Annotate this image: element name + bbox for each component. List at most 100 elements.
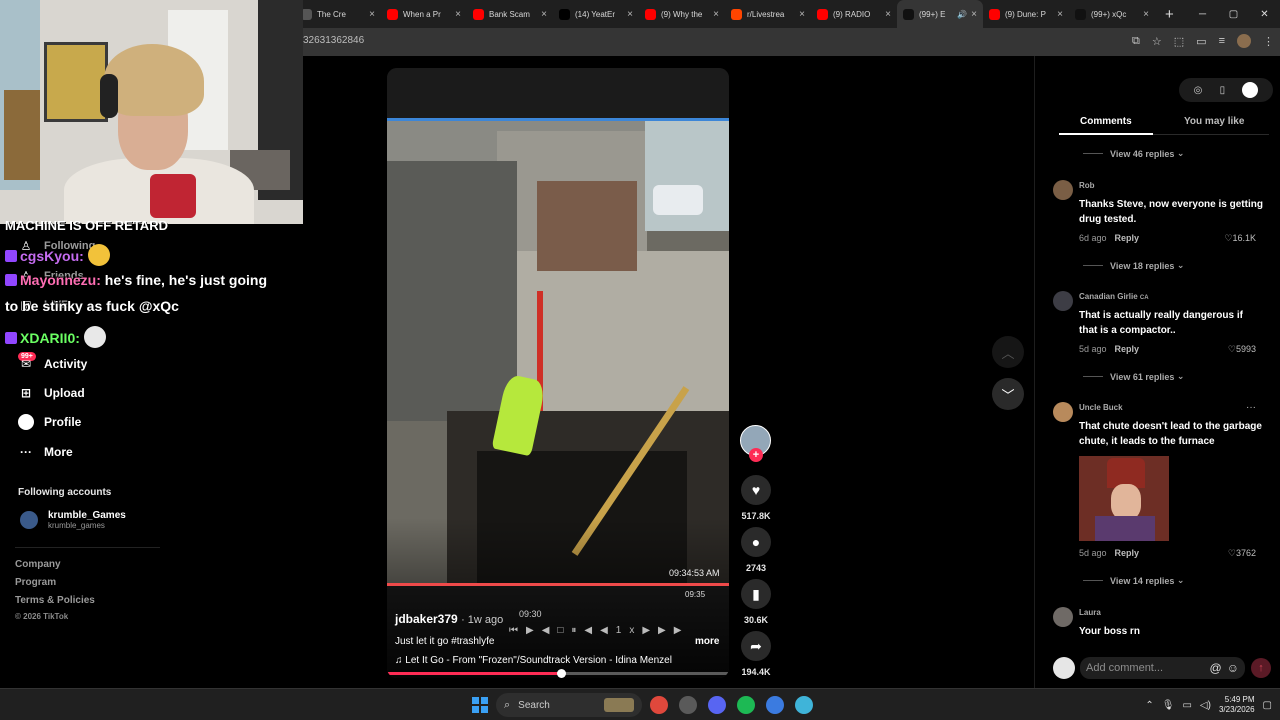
tab-title: r/Livestrea xyxy=(747,9,785,19)
commenter-name[interactable]: Uncle Buck xyxy=(1079,403,1123,412)
cast-icon[interactable]: ⧉ xyxy=(1132,35,1140,48)
next-video-button[interactable]: ﹀ xyxy=(992,378,1024,410)
previous-video-button[interactable]: ︿ xyxy=(992,336,1024,368)
tab-close-icon[interactable]: × xyxy=(713,9,719,20)
share-button[interactable]: ➦ xyxy=(741,631,771,661)
tab-close-icon[interactable]: × xyxy=(627,9,633,20)
new-tab-button[interactable]: + xyxy=(1165,6,1174,23)
sidebar-item-profile[interactable]: Profile xyxy=(18,414,81,430)
url-field[interactable]: 32631362846 xyxy=(303,35,364,46)
sidebar-item-activity[interactable]: ✉ Activity xyxy=(18,356,87,372)
obs-app-icon[interactable] xyxy=(679,696,697,714)
commenter-name[interactable]: Rob xyxy=(1079,181,1095,190)
browser-tab[interactable]: (9) Why the × xyxy=(639,0,725,28)
mention-icon[interactable]: @ xyxy=(1210,661,1222,675)
browser-menu-icon[interactable]: ⋮ xyxy=(1263,35,1274,48)
network-icon[interactable]: ▭ xyxy=(1182,700,1191,711)
tab-close-icon[interactable]: × xyxy=(1143,9,1149,20)
save-button[interactable]: ▮ xyxy=(741,579,771,609)
commenter-avatar[interactable] xyxy=(1053,607,1073,627)
browser-tab[interactable]: r/Livestrea × xyxy=(725,0,811,28)
phone-icon[interactable]: ▯ xyxy=(1220,85,1226,96)
tab-close-icon[interactable]: × xyxy=(455,9,461,20)
comment-options-icon[interactable]: ··· xyxy=(1246,402,1256,413)
author-name[interactable]: jdbaker379 xyxy=(395,612,458,626)
view-replies-button[interactable]: View 61 replies ⌄ xyxy=(1083,371,1184,382)
commenter-avatar[interactable] xyxy=(1053,291,1073,311)
media-control-icon[interactable]: ≡ xyxy=(1219,35,1225,47)
chat-message-continuation: to be stinky as fuck @xQc xyxy=(5,298,179,314)
commenter-avatar[interactable] xyxy=(1053,402,1073,422)
video-progress-bar[interactable] xyxy=(387,669,729,678)
compass-icon[interactable]: ◎ xyxy=(1194,85,1203,96)
browser-tab[interactable]: (14) YeatEr × xyxy=(553,0,639,28)
tab-close-icon[interactable]: × xyxy=(369,9,375,20)
extensions-icon[interactable]: ⬚ xyxy=(1174,35,1184,48)
minimize-button[interactable]: ─ xyxy=(1187,9,1218,20)
theme-toggle[interactable] xyxy=(1242,82,1259,98)
close-window-button[interactable]: ✕ xyxy=(1249,9,1280,20)
tab-close-icon[interactable]: × xyxy=(1057,9,1063,20)
commenter-name[interactable]: Laura xyxy=(1079,608,1101,617)
browser-tab[interactable]: (99+) xQc × xyxy=(1069,0,1155,28)
bookmark-star-icon[interactable]: ☆ xyxy=(1152,35,1162,48)
view-replies-button[interactable]: View 18 replies ⌄ xyxy=(1083,260,1184,271)
like-button[interactable]: ♥ xyxy=(741,475,771,505)
sidebar-item-more[interactable]: ··· More xyxy=(18,444,73,460)
sidebar-item-upload[interactable]: ⊞ Upload xyxy=(18,385,85,401)
view-replies-button[interactable]: View 14 replies ⌄ xyxy=(1083,575,1184,586)
comment-like[interactable]: ♡16.1K xyxy=(1224,233,1256,244)
send-comment-button[interactable]: ↑ xyxy=(1251,658,1271,678)
taskbar-search[interactable]: ⌕ Search xyxy=(496,693,642,717)
comment-like[interactable]: ♡3762 xyxy=(1228,548,1256,559)
comment-gif-image[interactable] xyxy=(1079,456,1169,541)
tab-close-icon[interactable]: × xyxy=(541,9,547,20)
comment-like[interactable]: ♡5993 xyxy=(1228,344,1256,355)
video-music[interactable]: ♫ Let It Go - From "Frozen"/Soundtrack V… xyxy=(395,655,672,666)
browser-tab[interactable]: The Cre × xyxy=(295,0,381,28)
browser-tab[interactable]: (99+) E 🔊 × xyxy=(897,0,983,28)
app-icon-2[interactable] xyxy=(795,696,813,714)
chrome-app-icon[interactable] xyxy=(650,696,668,714)
sidebar-icon[interactable]: ▭ xyxy=(1196,35,1206,48)
browser-tab[interactable]: (9) RADIO × xyxy=(811,0,897,28)
windows-start-icon[interactable] xyxy=(472,697,488,713)
more-dots-icon: ··· xyxy=(20,445,32,459)
footer-program[interactable]: Program xyxy=(15,577,56,588)
app-icon[interactable] xyxy=(766,696,784,714)
video-player[interactable]: 09:34:53 AM 09:35 09:30 ⏮▶◀□⏸◀◀1x▶▶▶ jdb… xyxy=(387,68,729,678)
browser-tab[interactable]: (9) Dune: P × xyxy=(983,0,1069,28)
reply-button[interactable]: Reply xyxy=(1115,344,1140,354)
browser-tab[interactable]: When a Pr × xyxy=(381,0,467,28)
maximize-button[interactable]: ▢ xyxy=(1218,9,1249,20)
tab-audio-icon[interactable]: 🔊 xyxy=(957,10,967,19)
profile-avatar[interactable] xyxy=(1237,34,1251,48)
chevron-up-icon[interactable]: ⌃ xyxy=(1145,700,1153,711)
comment-button[interactable]: ● xyxy=(741,527,771,557)
following-account[interactable]: krumble_Games krumble_games xyxy=(20,510,126,530)
tab-you-may-like[interactable]: You may like xyxy=(1184,116,1244,127)
view-replies-button[interactable]: View 46 replies ⌄ xyxy=(1083,148,1184,159)
add-comment-input[interactable]: Add comment... @ ☺ xyxy=(1080,657,1245,679)
notification-icon[interactable]: ▢ xyxy=(1263,700,1272,711)
taskbar-clock[interactable]: 5:49 PM 3/23/2026 xyxy=(1219,695,1255,715)
video-author[interactable]: jdbaker379 · 1w ago xyxy=(395,612,503,626)
discord-app-icon[interactable] xyxy=(708,696,726,714)
reply-button[interactable]: Reply xyxy=(1115,548,1140,558)
browser-tab[interactable]: Bank Scam × xyxy=(467,0,553,28)
emoji-icon[interactable]: ☺ xyxy=(1227,661,1239,675)
tab-close-icon[interactable]: × xyxy=(885,9,891,20)
commenter-name[interactable]: Canadian Girlie CA xyxy=(1079,292,1149,301)
tab-comments[interactable]: Comments xyxy=(1080,116,1132,127)
volume-icon[interactable]: ◁) xyxy=(1200,700,1211,711)
commenter-avatar[interactable] xyxy=(1053,180,1073,200)
caption-more-button[interactable]: more xyxy=(695,636,719,647)
reply-button[interactable]: Reply xyxy=(1115,233,1140,243)
follow-plus-button[interactable]: + xyxy=(749,448,763,462)
footer-terms[interactable]: Terms & Policies xyxy=(15,595,95,606)
tab-close-icon[interactable]: × xyxy=(971,9,977,20)
footer-company[interactable]: Company xyxy=(15,559,61,570)
microphone-icon[interactable]: 🎙 xyxy=(1162,700,1175,711)
tab-close-icon[interactable]: × xyxy=(799,9,805,20)
spotify-app-icon[interactable] xyxy=(737,696,755,714)
